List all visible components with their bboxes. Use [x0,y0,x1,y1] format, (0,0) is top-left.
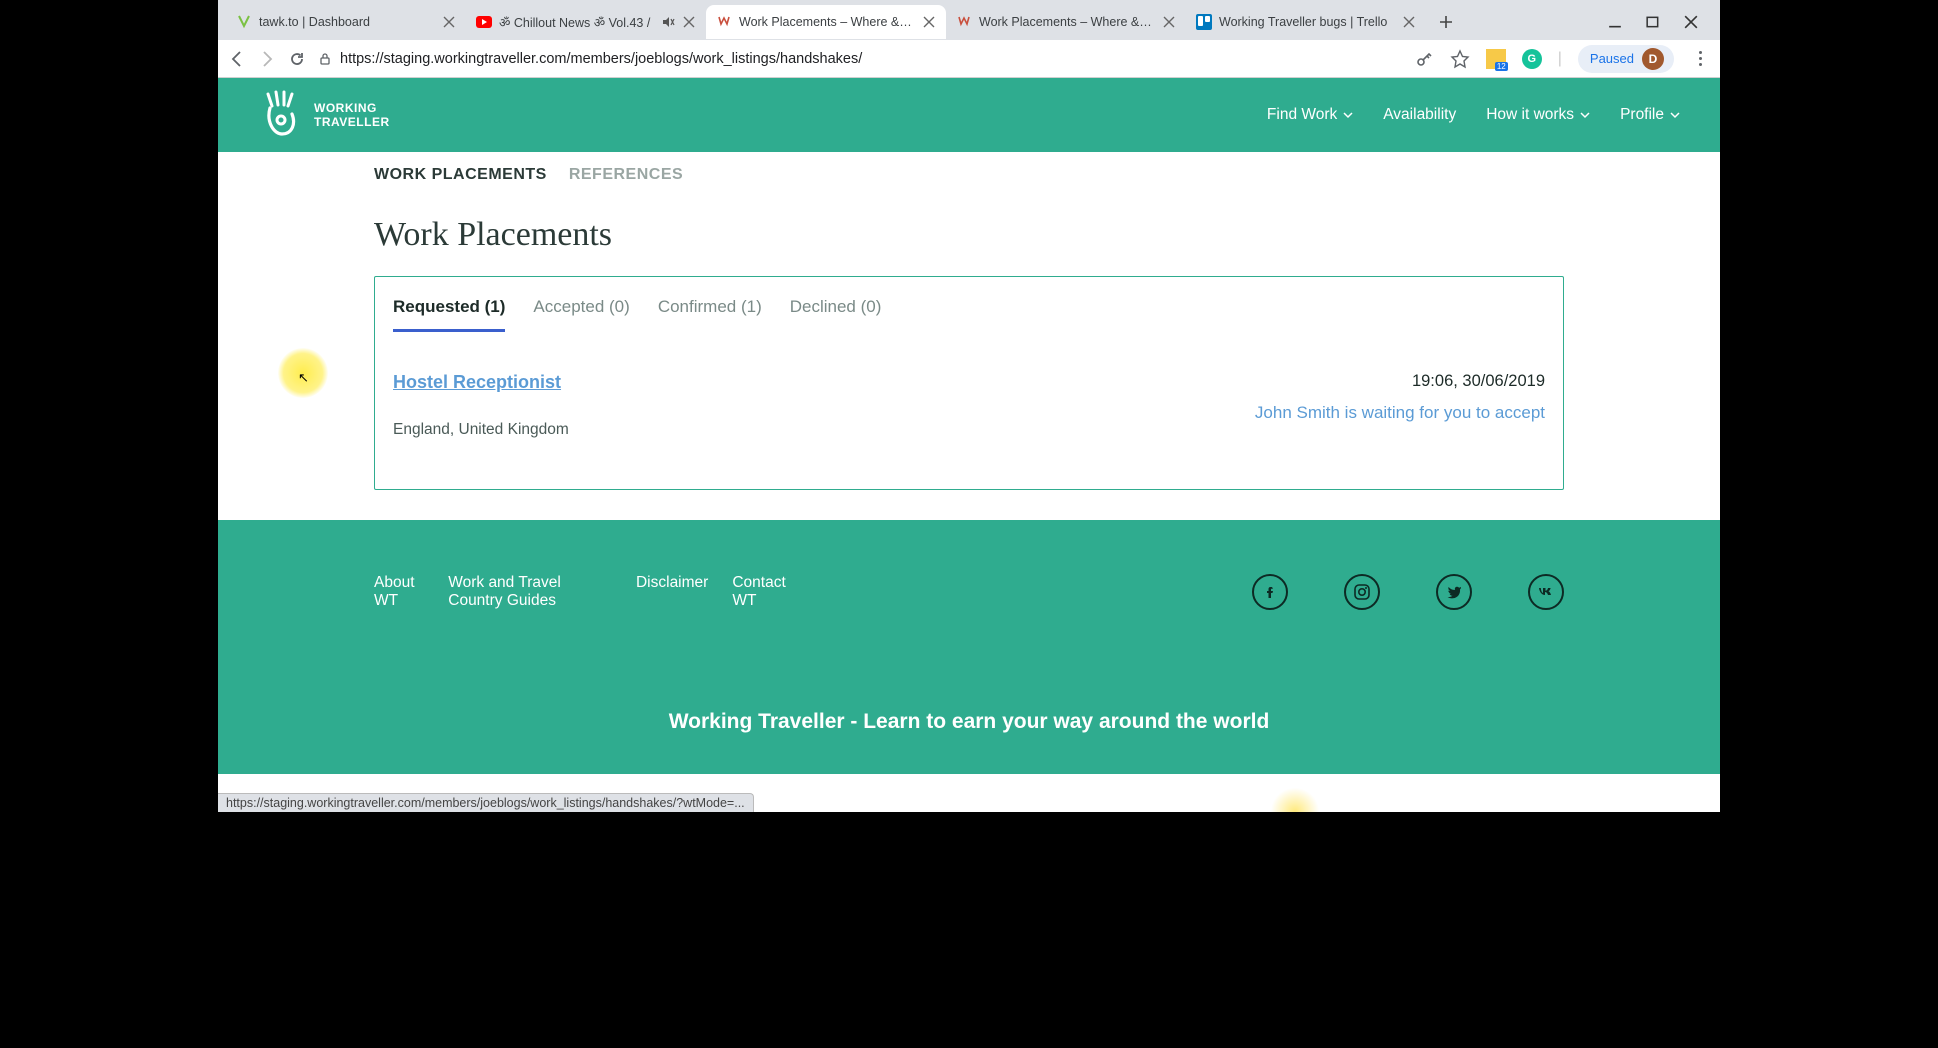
address-bar: https://staging.workingtraveller.com/mem… [218,40,1720,78]
job-title-link[interactable]: Hostel Receptionist [393,372,561,392]
logo-icon [258,90,302,140]
window-controls [1608,15,1712,29]
tab-title: tawk.to | Dashboard [259,15,435,29]
maximize-icon[interactable] [1646,15,1660,29]
reload-icon[interactable] [288,50,306,68]
main-nav: Find Work Availability How it works Prof… [1267,106,1680,124]
tab-title: ॐ Chillout News ॐ Vol.43 / [499,14,654,31]
star-icon[interactable] [1450,49,1470,69]
close-icon[interactable] [682,15,696,29]
logo-text-1: WORKING [314,101,390,115]
chevron-down-icon [1670,110,1680,120]
twitter-icon[interactable] [1436,574,1472,610]
subnav-work-placements[interactable]: WORK PLACEMENTS [374,166,547,184]
nav-availability[interactable]: Availability [1383,106,1456,124]
favicon-wt [716,14,732,30]
tab-requested[interactable]: Requested (1) [393,297,505,332]
back-icon[interactable] [228,50,246,68]
extension-calendar-icon[interactable] [1486,49,1506,69]
nav-profile[interactable]: Profile [1620,106,1680,124]
grammarly-icon[interactable]: G [1522,49,1542,69]
lock-icon [318,52,332,66]
nav-label: Profile [1620,106,1664,124]
browser-chrome: tawk.to | Dashboard ॐ Chillout News ॐ Vo… [218,0,1720,78]
browser-tab[interactable]: tawk.to | Dashboard [226,5,466,39]
new-tab-button[interactable] [1432,8,1460,36]
browser-tab-active[interactable]: Work Placements – Where & Wh [706,5,946,39]
job-status-message: John Smith is waiting for you to accept [1255,403,1545,423]
profile-label: Paused [1590,51,1634,66]
tab-confirmed[interactable]: Confirmed (1) [658,297,762,332]
footer-tagline: Working Traveller - Learn to earn your w… [374,710,1564,734]
nav-label: How it works [1486,106,1574,124]
browser-tab[interactable]: Work Placements – Where & Wh [946,5,1186,39]
logo[interactable]: WORKING TRAVELLER [258,90,390,140]
cursor-highlight [278,348,328,398]
nav-find-work[interactable]: Find Work [1267,106,1353,124]
footer-guides[interactable]: Work and Travel Country Guides [448,574,612,610]
footer-about[interactable]: About WT [374,574,424,610]
tab-accepted[interactable]: Accepted (0) [533,297,629,332]
nav-label: Find Work [1267,106,1337,124]
mute-icon[interactable] [661,15,675,29]
browser-tab[interactable]: Working Traveller bugs | Trello [1186,5,1426,39]
tab-title: Working Traveller bugs | Trello [1219,15,1395,29]
favicon-tawk [236,14,252,30]
url-field[interactable]: https://staging.workingtraveller.com/mem… [318,51,1402,67]
browser-tab[interactable]: ॐ Chillout News ॐ Vol.43 / [466,5,706,39]
close-icon[interactable] [1162,15,1176,29]
chat-online-label[interactable]: Online [1488,788,1534,806]
tab-title: Work Placements – Where & Wh [979,15,1155,29]
key-icon[interactable] [1414,49,1434,69]
profile-chip[interactable]: Paused D [1578,45,1674,73]
job-timestamp: 19:06, 30/06/2019 [1255,372,1545,391]
site-footer: About WT Work and Travel Country Guides … [218,520,1720,774]
facebook-icon[interactable] [1252,574,1288,610]
close-icon[interactable] [922,15,936,29]
placement-card: Hostel Receptionist England, United King… [375,332,1563,489]
job-location: England, United Kingdom [393,421,569,439]
tab-title: Work Placements – Where & Wh [739,15,915,29]
subnav-references[interactable]: REFERENCES [569,166,683,184]
minimize-icon[interactable] [1608,15,1622,29]
logo-text-2: TRAVELLER [314,115,390,129]
status-bar-url: https://staging.workingtraveller.com/mem… [218,793,754,812]
tabs-bar: tawk.to | Dashboard ॐ Chillout News ॐ Vo… [218,0,1720,40]
close-icon[interactable] [1402,15,1416,29]
favicon-trello [1196,14,1212,30]
chat-glow [1270,788,1320,812]
close-icon[interactable] [442,15,456,29]
favicon-wt [956,14,972,30]
kebab-menu-icon[interactable] [1690,49,1710,69]
placements-panel: Requested (1) Accepted (0) Confirmed (1)… [374,276,1564,490]
footer-contact[interactable]: Contact WT [732,574,792,610]
url-text: https://staging.workingtraveller.com/mem… [340,51,862,67]
page-viewport: WORKING TRAVELLER Find Work Availability… [218,78,1720,812]
status-tabs: Requested (1) Accepted (0) Confirmed (1)… [375,277,1563,332]
forward-icon[interactable] [258,50,276,68]
page-title: Work Placements [374,216,1564,254]
sub-nav: WORK PLACEMENTS REFERENCES [218,152,1720,198]
instagram-icon[interactable] [1344,574,1380,610]
tab-declined[interactable]: Declined (0) [790,297,882,332]
chevron-down-icon [1580,110,1590,120]
close-window-icon[interactable] [1684,15,1698,29]
chevron-down-icon [1343,110,1353,120]
avatar: D [1642,48,1664,70]
nav-label: Availability [1383,106,1456,124]
cursor-icon: ↖ [298,370,309,386]
site-header: WORKING TRAVELLER Find Work Availability… [218,78,1720,152]
vk-icon[interactable] [1528,574,1564,610]
footer-disclaimer[interactable]: Disclaimer [636,574,708,610]
nav-how-it-works[interactable]: How it works [1486,106,1590,124]
favicon-youtube [476,14,492,30]
footer-links: About WT Work and Travel Country Guides … [374,574,792,610]
social-links [1252,574,1564,610]
